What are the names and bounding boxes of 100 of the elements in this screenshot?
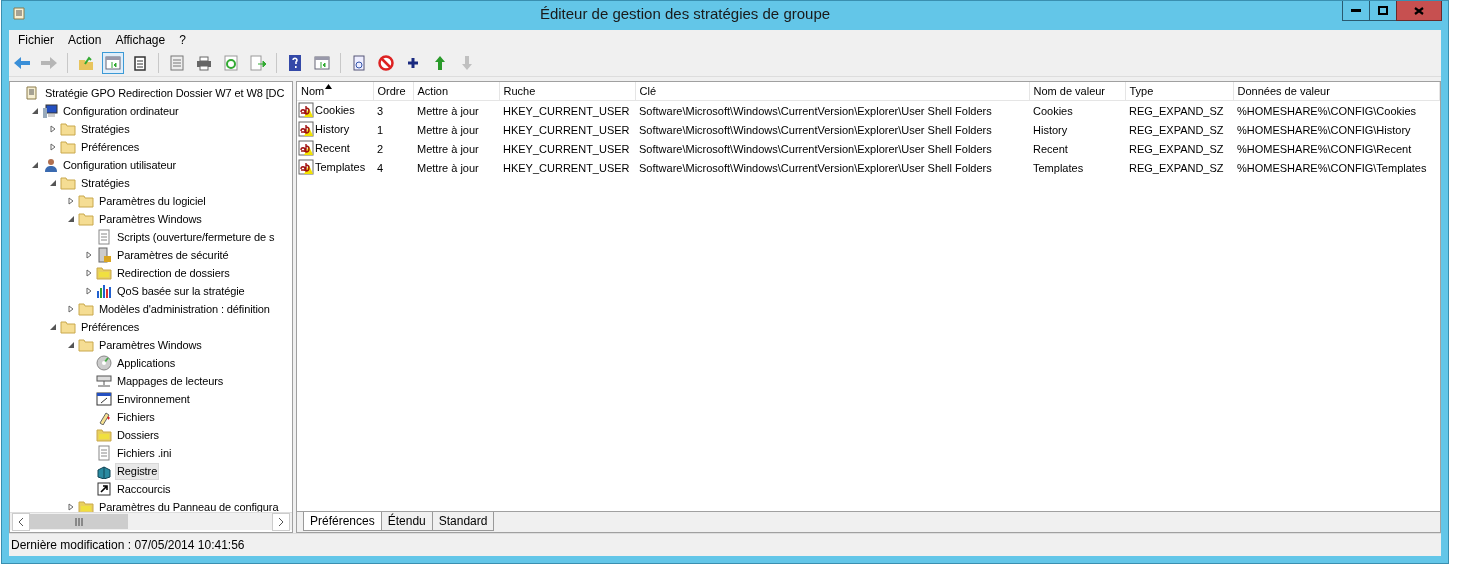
table-cell: History [1033, 123, 1068, 136]
table-cell: 3 [377, 104, 384, 117]
folder-icon [60, 319, 76, 335]
collapsed-arrow-icon[interactable] [49, 143, 57, 151]
tree-item[interactable]: Stratégies [79, 120, 132, 138]
folder-icon [78, 193, 94, 209]
up-folder-icon [77, 54, 95, 72]
table-cell: Mettre à jour [417, 104, 479, 117]
table-cell: Software\Microsoft\Windows\CurrentVersion\Explorer\User Shell Folders [639, 104, 992, 117]
close-icon [1414, 6, 1424, 15]
tree-item[interactable]: Redirection de dossiers [115, 264, 232, 282]
grip-icon [75, 517, 83, 526]
scroll-thumb[interactable] [30, 514, 128, 529]
tree-item[interactable]: Fichiers [115, 408, 157, 426]
tab[interactable]: Étendu [380, 512, 433, 531]
tree-item[interactable]: Stratégie GPO Redirection Dossier W7 et W8 [DC [43, 84, 287, 102]
table-cell: REG_EXPAND_SZ [1129, 123, 1224, 136]
table-cell: HKEY_CURRENT_USER [503, 104, 630, 117]
tree-item[interactable]: Raccourcis [115, 480, 173, 498]
expanded-arrow-icon[interactable] [31, 107, 39, 115]
collapsed-arrow-icon[interactable] [67, 503, 75, 511]
column-header[interactable]: Type [1125, 82, 1233, 101]
forward-icon [40, 54, 58, 72]
minimize-button[interactable] [1342, 1, 1370, 21]
tab[interactable]: Standard [431, 512, 495, 531]
tree-item[interactable]: Applications [115, 354, 178, 372]
clipboard-icon [131, 54, 149, 72]
minimize-icon [1351, 8, 1361, 13]
table-cell: %HOMESHARE%\CONFIG\Recent [1237, 142, 1412, 155]
scroll-left-icon[interactable] [12, 512, 30, 531]
column-header[interactable]: Ruche [499, 82, 635, 101]
menu-item[interactable]: Fichier [11, 33, 61, 47]
collapsed-arrow-icon[interactable] [67, 305, 75, 313]
tree-item[interactable]: QoS basée sur la stratégie [115, 282, 247, 300]
menu-item[interactable]: Action [61, 33, 109, 47]
expanded-arrow-icon[interactable] [49, 179, 57, 187]
tree-item[interactable]: Préférences [79, 138, 142, 156]
folder-icon [60, 139, 76, 155]
tree-item[interactable]: Fichiers .ini [115, 444, 174, 462]
column-header[interactable]: Nom [297, 82, 373, 101]
table-cell: REG_EXPAND_SZ [1129, 142, 1224, 155]
table-cell: %HOMESHARE%\CONFIG\Cookies [1237, 104, 1417, 117]
tree-item[interactable]: Configuration utilisateur [61, 156, 179, 174]
collapsed-arrow-icon[interactable] [49, 125, 57, 133]
collapsed-arrow-icon[interactable] [85, 251, 93, 259]
column-header[interactable]: Ordre [373, 82, 413, 101]
table-cell: %HOMESHARE%\CONFIG\Templates [1237, 161, 1427, 174]
back-icon [13, 54, 31, 72]
column-header[interactable]: Action [413, 82, 499, 101]
stop-button[interactable] [375, 52, 397, 74]
table-cell: Software\Microsoft\Windows\CurrentVersion\Explorer\User Shell Folders [639, 142, 992, 155]
tree-item[interactable]: Paramètres de sécurité [115, 246, 231, 264]
shortcut-icon [96, 481, 112, 497]
expanded-arrow-icon[interactable] [67, 215, 75, 223]
print-icon [195, 54, 213, 72]
user-icon [42, 157, 58, 173]
expanded-arrow-icon[interactable] [49, 323, 57, 331]
folder-icon [78, 301, 94, 317]
scroll-right-icon[interactable] [272, 512, 290, 531]
column-header[interactable]: Données de valeur [1233, 82, 1440, 101]
table-cell: Templates [1033, 161, 1084, 174]
column-header[interactable]: Clé [635, 82, 1029, 101]
expanded-arrow-icon[interactable] [31, 161, 39, 169]
computer-icon [42, 103, 58, 119]
table-cell: Recent [1033, 142, 1068, 155]
table-cell: Mettre à jour [417, 142, 479, 155]
tree-item[interactable]: Configuration ordinateur [61, 102, 181, 120]
tree-item[interactable]: Stratégies [79, 174, 132, 192]
sort-ascending-icon [325, 84, 333, 89]
menu-item[interactable]: Affichage [108, 33, 173, 47]
menu-item[interactable]: ? [172, 33, 193, 47]
tree-item[interactable]: Mappages de lecteurs [115, 372, 226, 390]
close-button[interactable] [1396, 1, 1442, 21]
table-cell: Mettre à jour [417, 123, 479, 136]
folder-icon [60, 121, 76, 137]
tree-item[interactable]: Environnement [115, 390, 192, 408]
collapsed-arrow-icon[interactable] [85, 287, 93, 295]
column-header[interactable]: Nom de valeur [1029, 82, 1125, 101]
tree-item[interactable]: Registre [115, 462, 160, 480]
table-cell: 4 [377, 161, 384, 174]
tree-item[interactable]: Dossiers [115, 426, 161, 444]
tree-item[interactable]: Paramètres du logiciel [97, 192, 208, 210]
tab[interactable]: Préférences [303, 512, 382, 531]
tree-item[interactable]: Modèles d'administration : définition [97, 300, 272, 318]
expanded-arrow-icon[interactable] [67, 341, 75, 349]
horizontal-scrollbar[interactable] [10, 512, 292, 530]
tree-item[interactable]: Paramètres Windows [97, 336, 204, 354]
table-cell: %HOMESHARE%\CONFIG\History [1237, 123, 1411, 136]
collapsed-arrow-icon[interactable] [85, 269, 93, 277]
table-cell: Software\Microsoft\Windows\CurrentVersion\Explorer\User Shell Folders [639, 123, 992, 136]
table-cell: HKEY_CURRENT_USER [503, 161, 630, 174]
tree-item[interactable]: Paramètres du Panneau de configura [97, 498, 281, 512]
stop-icon [377, 54, 395, 72]
collapsed-arrow-icon[interactable] [67, 197, 75, 205]
table-cell: Software\Microsoft\Windows\CurrentVersion\Explorer\User Shell Folders [639, 161, 992, 174]
tree-item[interactable]: Paramètres Windows [97, 210, 204, 228]
table-cell: REG_EXPAND_SZ [1129, 104, 1224, 117]
tree-item[interactable]: Scripts (ouverture/fermeture de s [115, 228, 277, 246]
tree-item[interactable]: Préférences [79, 318, 142, 336]
table-cell: Templates [315, 160, 366, 173]
